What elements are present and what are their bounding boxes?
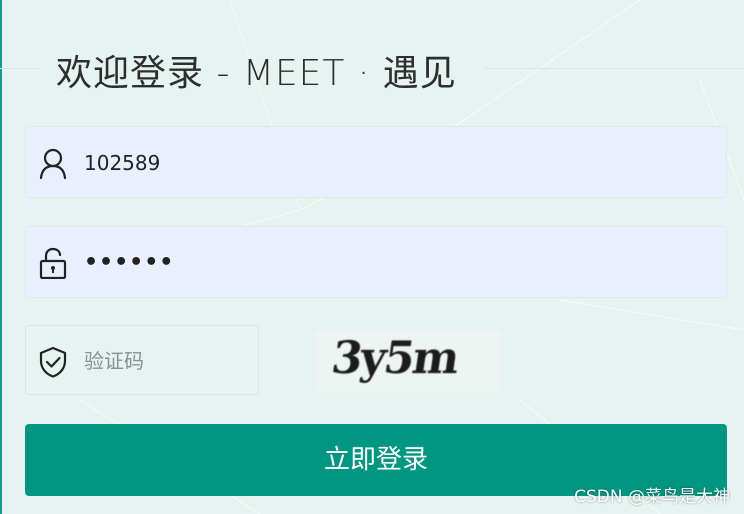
captcha-image[interactable]: 3y5m [316, 331, 500, 393]
watermark: CSDN @菜鸟是大神 [574, 487, 730, 507]
login-card: 欢迎登录 - MEET · 遇见 102589 •••••• 验证码 3y5m … [0, 0, 744, 514]
shield-check-icon [39, 346, 67, 378]
captcha-placeholder: 验证码 [84, 349, 144, 373]
user-icon [39, 148, 67, 179]
title-divider-left [0, 68, 40, 69]
password-field[interactable]: •••••• [25, 226, 727, 298]
unlock-icon [39, 247, 67, 279]
title-row: 欢迎登录 - MEET · 遇见 [0, 38, 744, 98]
title-divider-right [485, 68, 744, 69]
captcha-text: 3y5m [328, 333, 461, 384]
username-value: 102589 [84, 151, 161, 175]
username-field[interactable]: 102589 [25, 126, 727, 198]
captcha-input[interactable]: 验证码 [25, 325, 259, 395]
password-value: •••••• [84, 250, 175, 275]
login-title: 欢迎登录 - MEET · 遇见 [56, 53, 457, 94]
